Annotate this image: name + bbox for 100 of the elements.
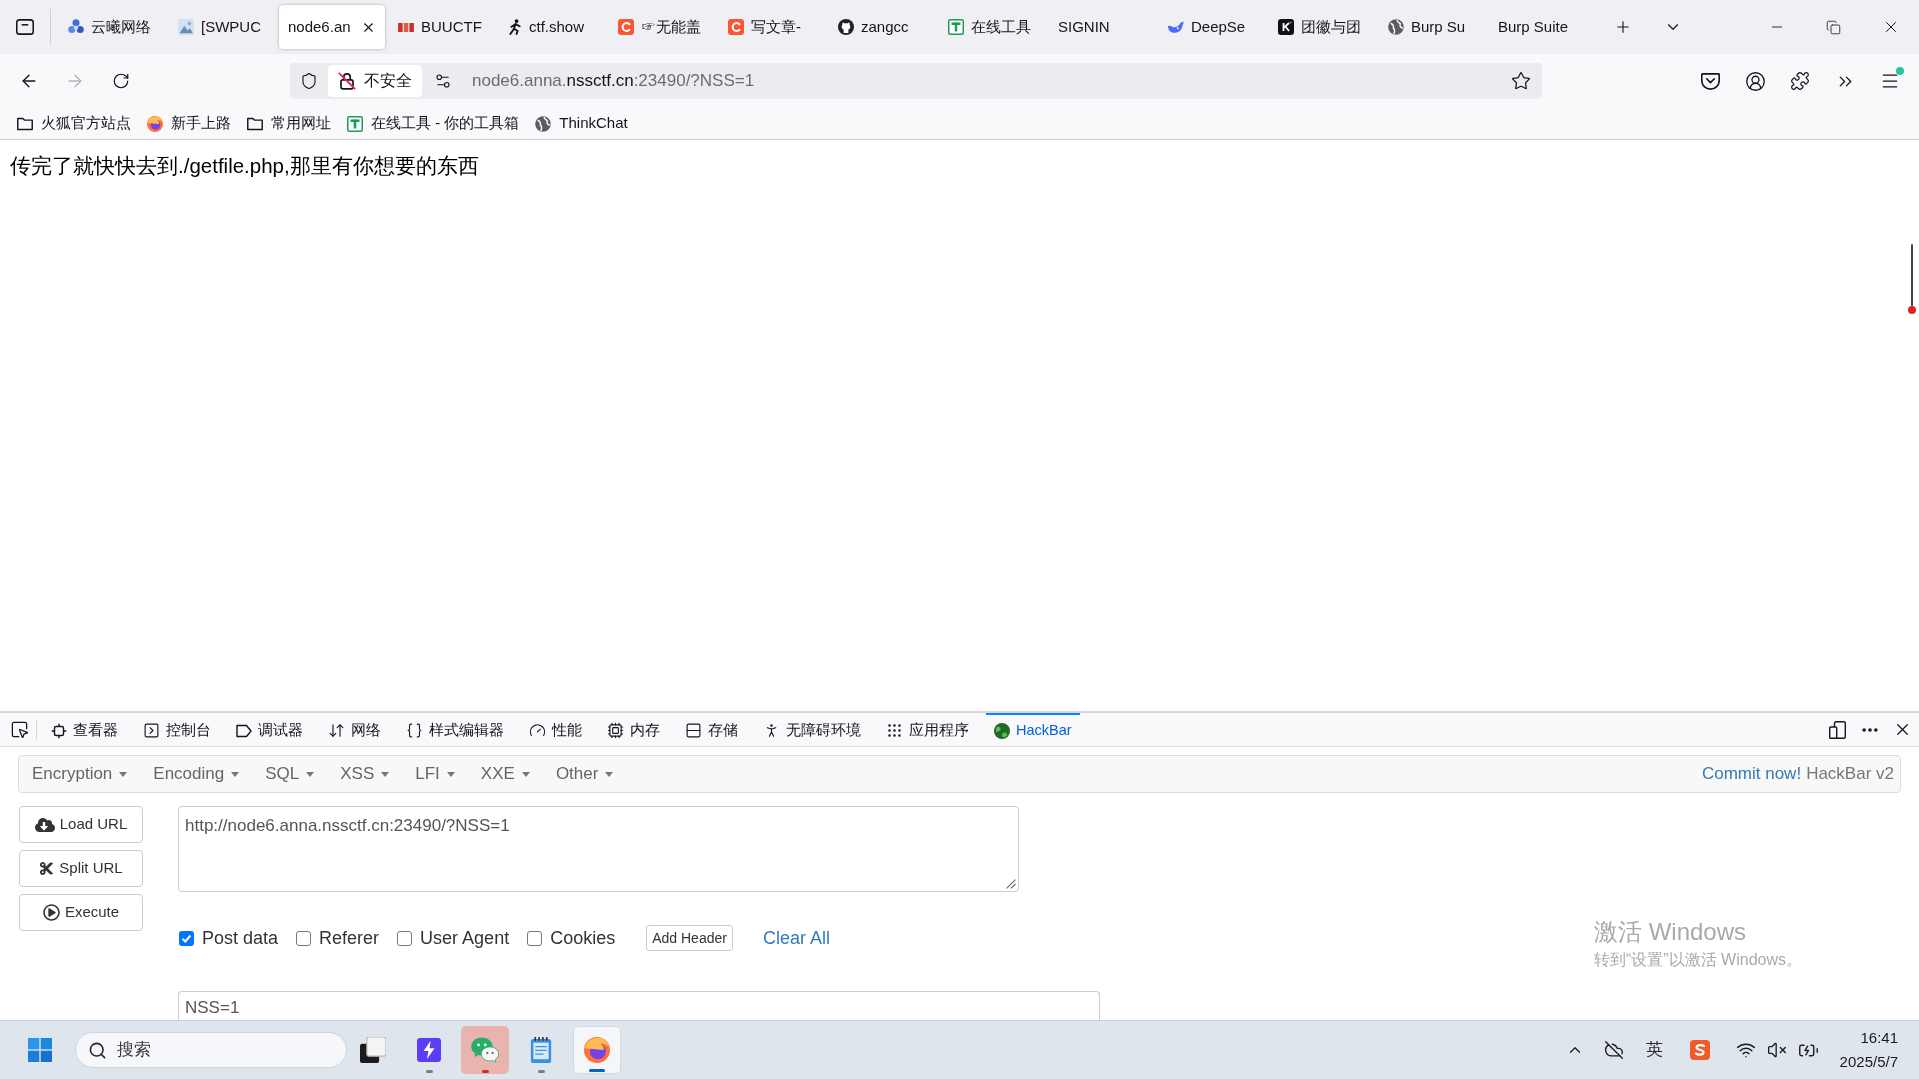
caret-icon	[231, 771, 240, 777]
thermometer-icon	[1908, 244, 1916, 314]
post-data-field[interactable]: NSS=1	[178, 991, 1100, 1020]
rows-icon	[685, 722, 702, 739]
reload-icon[interactable]	[112, 72, 130, 90]
browser-tab[interactable]: 云曦网络	[59, 5, 165, 49]
pouch-icon[interactable]	[1700, 72, 1720, 90]
checkbox-label: Post data	[202, 926, 279, 950]
browser-tab[interactable]: BUUCTF	[389, 5, 495, 49]
bookmark-item[interactable]: 新手上路	[141, 110, 237, 137]
clear-all-link[interactable]: Clear All	[762, 924, 830, 952]
browser-tab[interactable]: Burp Su	[1379, 5, 1485, 49]
security-status-button[interactable]: 不安全	[328, 65, 422, 97]
element-picker-icon[interactable]	[10, 720, 29, 739]
windows-logo-icon[interactable]	[28, 1038, 52, 1062]
browser-tab[interactable]: ☞无能盖	[609, 5, 715, 49]
s-tile-icon[interactable]	[1689, 1040, 1710, 1060]
version-label: HackBar v2	[1806, 763, 1894, 786]
menu-dropdown[interactable]: Encoding	[140, 756, 253, 792]
menu-dropdown[interactable]: Encryption	[19, 756, 141, 792]
checkbox[interactable]	[527, 930, 543, 946]
menu-dropdown[interactable]: Other	[542, 756, 627, 792]
checkbox[interactable]	[397, 930, 413, 946]
input-mode-indicator[interactable]: 英	[1645, 1037, 1663, 1063]
browser-tab[interactable]: ctf.show	[499, 5, 605, 49]
browser-tab[interactable]: 写文章-	[719, 5, 825, 49]
sliders-icon[interactable]	[434, 72, 452, 90]
devtools-tab[interactable]: 样式编辑器	[398, 713, 512, 746]
browser-tab[interactable]: zangcc	[829, 5, 935, 49]
indicator-dash-icon	[481, 1070, 489, 1073]
tag-icon	[236, 723, 252, 738]
bookmark-item[interactable]: 火狐官方站点	[11, 110, 137, 137]
add-header-button[interactable]: Add Header	[646, 925, 733, 951]
split-url-button[interactable]: Split URL	[19, 850, 143, 887]
tab-list-icon[interactable]	[16, 19, 34, 35]
browser-logo-icon	[584, 1037, 610, 1063]
folder-icon	[17, 116, 33, 131]
caret-icon	[306, 771, 315, 777]
caret-icon	[521, 771, 530, 777]
restore-icon[interactable]	[1826, 19, 1841, 35]
stacked-squares-icon	[360, 1037, 386, 1063]
t-tile-icon	[948, 19, 964, 35]
checkbox[interactable]	[296, 930, 312, 946]
account-icon[interactable]	[1744, 70, 1766, 92]
cloud-off-icon[interactable]	[1603, 1040, 1624, 1060]
chat-bubbles-icon	[471, 1037, 499, 1063]
devtools-tab[interactable]: 性能	[521, 713, 590, 746]
sphere-icon	[994, 722, 1010, 739]
devtools-tab[interactable]: 存储	[677, 713, 746, 746]
devtools-tab[interactable]: 网络	[320, 713, 389, 746]
t-tile-icon	[347, 115, 363, 132]
browser-tab[interactable]: 在线工具	[939, 5, 1045, 49]
caret-icon	[446, 771, 455, 777]
execute-button[interactable]: Execute	[19, 894, 143, 931]
puzzle-icon[interactable]	[1790, 71, 1810, 91]
running-figure-icon	[508, 19, 522, 35]
search-icon	[88, 1040, 107, 1060]
scissors-icon	[39, 861, 55, 876]
search-field[interactable]: 搜索	[75, 1032, 347, 1068]
bookmark-item[interactable]: ThinkChat	[529, 110, 634, 137]
menu-dropdown[interactable]: SQL	[252, 756, 328, 792]
checkbox[interactable]	[179, 930, 194, 946]
devtools-tab[interactable]: 控制台	[135, 713, 219, 746]
dock-side-icon[interactable]	[1829, 720, 1846, 739]
globe-icon	[1388, 19, 1404, 35]
browser-tab[interactable]: node6.an	[279, 5, 385, 49]
devtools-tab[interactable]: 查看器	[43, 713, 126, 746]
menu-dropdown[interactable]: XSS	[327, 756, 403, 792]
menu-dropdown[interactable]: XXE	[467, 756, 543, 792]
browser-tab[interactable]: Burp Suite	[1489, 5, 1595, 49]
caret-icon	[381, 771, 390, 777]
commit-link[interactable]: Commit now!	[1701, 761, 1802, 787]
indicator-dash-icon	[589, 1069, 605, 1072]
load-url-button[interactable]: Load URL	[19, 806, 143, 843]
flower-icon	[68, 19, 84, 35]
arc-tile-icon	[728, 19, 744, 35]
indicator-dash-icon	[425, 1070, 433, 1073]
lightning-tile-icon	[417, 1038, 441, 1062]
bookmark-item[interactable]: 在线工具 - 你的工具箱	[341, 110, 526, 137]
browser-tab[interactable]: 团徽与团	[1269, 5, 1375, 49]
menu-dropdown[interactable]: LFI	[402, 756, 468, 792]
indicator-dash-icon	[537, 1070, 545, 1073]
wifi-icon[interactable]	[1735, 1040, 1756, 1060]
muted-speaker-icon[interactable]	[1766, 1040, 1787, 1060]
devtools-tab[interactable]: 调试器	[228, 713, 311, 746]
browser-tab[interactable]: SIGNIN	[1049, 5, 1155, 49]
url-field[interactable]: http://node6.anna.nssctf.cn:23490/?NSS=1	[178, 806, 1019, 892]
shield-icon[interactable]	[300, 72, 318, 90]
address-field[interactable]: 不安全 node6.anna.nssctf.cn:23490/?NSS=1	[290, 63, 1542, 99]
clock-time[interactable]: 16:41	[1860, 1026, 1898, 1050]
clock-date[interactable]: 2025/5/7	[1839, 1050, 1898, 1074]
browser-tab[interactable]: [SWPUC	[169, 5, 275, 49]
devtools-tab[interactable]: 无障碍环境	[755, 713, 869, 746]
new-tab-icon[interactable]	[1614, 18, 1632, 36]
browser-tab[interactable]: DeepSe	[1159, 5, 1265, 49]
dot-grid-icon	[886, 722, 903, 739]
star-icon[interactable]	[1511, 71, 1531, 91]
devtools-tab[interactable]: 应用程序	[878, 713, 977, 746]
bookmark-item[interactable]: 常用网址	[241, 110, 337, 137]
devtools-tab[interactable]: 内存	[599, 713, 668, 746]
